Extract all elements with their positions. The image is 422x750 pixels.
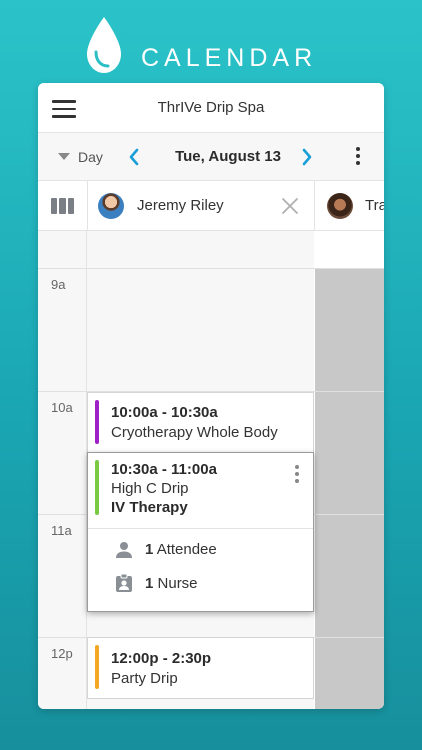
divider bbox=[38, 268, 384, 269]
calendar-card: ThrIVe Drip Spa Day Tue, August 13 Jerem… bbox=[38, 83, 384, 709]
appointment-time: 10:30a - 11:00a bbox=[111, 461, 217, 478]
appointment-time: 10:00a - 10:30a bbox=[111, 404, 218, 421]
water-drop-icon bbox=[87, 17, 121, 73]
more-options-icon[interactable] bbox=[355, 147, 361, 167]
staff-header-row: Jeremy Riley Tra bbox=[38, 181, 384, 231]
appointment-card-expanded[interactable]: 10:30a - 11:00a High C Drip IV Therapy 1… bbox=[87, 452, 314, 612]
chevron-right-icon[interactable] bbox=[300, 147, 314, 167]
avatar bbox=[98, 193, 124, 219]
color-bar bbox=[95, 460, 99, 515]
appointment-name: Party Drip bbox=[111, 670, 178, 687]
nurse-detail: 1 Nurse bbox=[145, 575, 198, 592]
attendees-detail: 1 Attendee bbox=[145, 541, 217, 558]
nurse-label: Nurse bbox=[157, 575, 198, 592]
appointment-card[interactable]: 10:00a - 10:30a Cryotherapy Whole Body bbox=[87, 392, 314, 453]
divider bbox=[314, 181, 315, 231]
attendees-label: Attendee bbox=[156, 541, 217, 558]
divider bbox=[88, 528, 313, 529]
view-label: Day bbox=[78, 149, 103, 165]
app-title: ThrIVe Drip Spa bbox=[157, 99, 265, 116]
all-day-slot bbox=[315, 231, 384, 268]
color-bar bbox=[95, 400, 99, 444]
hour-label: 11a bbox=[51, 523, 72, 538]
view-selector[interactable]: Day bbox=[58, 149, 103, 165]
appointment-time: 12:00p - 2:30p bbox=[111, 650, 212, 667]
close-icon[interactable] bbox=[281, 197, 299, 215]
more-options-icon[interactable] bbox=[294, 465, 300, 487]
appointment-name: Cryotherapy Whole Body bbox=[111, 424, 278, 441]
current-date[interactable]: Tue, August 13 bbox=[162, 148, 294, 165]
brand-header: CALENDAR bbox=[0, 14, 422, 78]
brand-title: CALENDAR bbox=[141, 44, 318, 72]
staff-name: Jeremy Riley bbox=[137, 197, 224, 214]
date-toolbar: Day Tue, August 13 bbox=[38, 133, 384, 181]
hour-label: 12p bbox=[51, 646, 73, 661]
columns-icon[interactable] bbox=[51, 198, 74, 214]
day-grid: 9a 10a 11a 12p 10:00a - 10:30a Cryothera… bbox=[38, 231, 384, 709]
appointment-name: High C Drip bbox=[111, 480, 189, 497]
divider bbox=[87, 181, 88, 231]
app-bar: ThrIVe Drip Spa bbox=[38, 83, 384, 133]
hour-label: 10a bbox=[51, 400, 73, 415]
chevron-left-icon[interactable] bbox=[127, 147, 141, 167]
color-bar bbox=[95, 645, 99, 689]
badge-icon bbox=[116, 573, 132, 592]
appointment-card[interactable]: 12:00p - 2:30p Party Drip bbox=[87, 637, 314, 699]
avatar bbox=[327, 193, 353, 219]
staff-name: Tra bbox=[365, 197, 384, 214]
nurse-count: 1 bbox=[145, 575, 154, 592]
caret-down-icon bbox=[58, 153, 70, 160]
attendees-count: 1 bbox=[145, 541, 154, 558]
appointment-service: IV Therapy bbox=[111, 499, 188, 516]
person-icon bbox=[116, 542, 132, 558]
hour-label: 9a bbox=[51, 277, 66, 292]
